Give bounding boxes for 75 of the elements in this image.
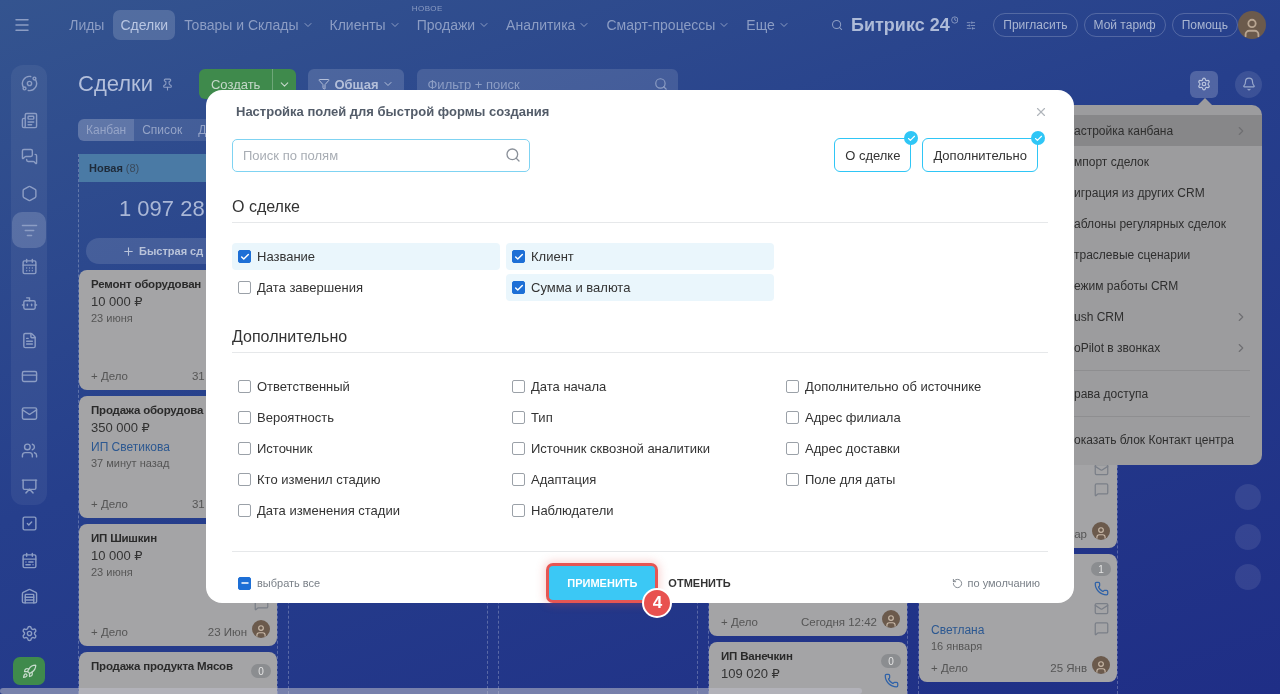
deal-card[interactable]: Продажа продукта Мясов 0: [79, 652, 277, 694]
deal-time: 31: [191, 498, 205, 510]
menu-item[interactable]: играция из других CRM: [1074, 177, 1262, 208]
field-option[interactable]: Адрес филиала: [780, 404, 1048, 431]
field-option[interactable]: Сумма и валюта: [506, 274, 774, 301]
nav-tab[interactable]: Аналитика: [499, 10, 598, 40]
nav-tab[interactable]: Лиды: [62, 10, 112, 40]
deal-time: ар: [1074, 528, 1087, 540]
stage-title: Новая: [89, 162, 123, 174]
section-chip[interactable]: О сделке: [834, 138, 912, 172]
add-activity-link[interactable]: + Дело: [91, 370, 128, 382]
logo[interactable]: Битрикс 24: [851, 14, 950, 36]
step-badge: 4: [642, 588, 673, 618]
menu-item[interactable]: мпорт сделок: [1074, 146, 1262, 177]
client-link[interactable]: Светлана: [931, 623, 985, 637]
deal-title: Ремонт оборудован: [91, 278, 202, 290]
view-tab[interactable]: Список: [134, 119, 191, 141]
menu-item[interactable]: рава доступа: [1074, 378, 1262, 409]
deal-date: 23 июня: [91, 566, 133, 578]
menu-item[interactable]: ежим работы CRM: [1074, 270, 1262, 301]
field-option[interactable]: Адаптация: [506, 466, 774, 493]
field-option[interactable]: Наблюдатели: [506, 497, 774, 524]
stage-count: (8): [125, 162, 140, 174]
nav-tab[interactable]: Смарт-процессы: [599, 10, 738, 40]
stage-total: 1 097 28: [119, 196, 205, 223]
add-activity-link[interactable]: + Дело: [91, 626, 128, 638]
deal-amount: 10 000 ₽: [91, 294, 143, 309]
section-heading: Дополнительно: [232, 327, 1048, 353]
deal-amount: 350 000 ₽: [91, 420, 150, 435]
menu-item[interactable]: астройка канбана: [1074, 115, 1262, 146]
deal-time: 31: [191, 370, 205, 382]
count-badge: 1: [1091, 562, 1111, 576]
deal-time: 25 Янв: [1050, 662, 1087, 674]
field-option[interactable]: Дополнительно об источнике: [780, 373, 1048, 400]
field-option[interactable]: Тип: [506, 404, 774, 431]
add-activity-link[interactable]: + Дело: [91, 498, 128, 510]
field-option[interactable]: Название: [232, 243, 500, 270]
count-badge: 0: [881, 654, 901, 668]
deal-title: ИП Ванечкин: [721, 650, 793, 662]
menu-item[interactable]: oPilot в звонках: [1074, 332, 1262, 363]
field-option[interactable]: Источник сквозной аналитики: [506, 435, 774, 462]
deal-card[interactable]: ИП Ванечкин 109 020 ₽ 0: [709, 642, 907, 694]
menu-item[interactable]: аблоны регулярных сделок: [1074, 208, 1262, 239]
deal-time: 23 Июн: [207, 626, 247, 638]
deal-amount: 109 020 ₽: [721, 666, 780, 681]
menu-item[interactable]: траслевые сценарии: [1074, 239, 1262, 270]
count-badge: 0: [251, 664, 271, 678]
field-option[interactable]: Поле для даты: [780, 466, 1048, 493]
deal-title: Продажа продукта Мясов: [91, 660, 233, 672]
nav-tab[interactable]: Сделки: [113, 10, 176, 40]
new-label: НОВОЕ: [411, 4, 443, 13]
add-activity-link[interactable]: + Дело: [721, 616, 758, 628]
nav-tab[interactable]: Клиенты: [322, 10, 408, 40]
cancel-button[interactable]: ОТМЕНИТЬ: [668, 577, 731, 589]
nav-tab[interactable]: Товары и Склады: [177, 10, 321, 40]
deal-amount: 10 000 ₽: [91, 548, 143, 563]
deal-title: Продажа оборудова: [91, 404, 204, 416]
field-option[interactable]: Клиент: [506, 243, 774, 270]
menu-item[interactable]: оказать блок Контакт центра: [1074, 424, 1262, 455]
deal-title: ИП Шишкин: [91, 532, 157, 544]
field-option[interactable]: Адрес доставки: [780, 435, 1048, 462]
deal-time: Сегодня 12:42: [800, 616, 877, 628]
section-heading: О сделке: [232, 197, 1048, 223]
deal-date: 23 июня: [91, 312, 133, 324]
reset-button[interactable]: по умолчанию: [951, 577, 1048, 589]
deal-date: 16 января: [931, 640, 983, 652]
section-chip[interactable]: Дополнительно: [922, 138, 1038, 172]
deal-date: 37 минут назад: [91, 457, 170, 469]
nav-tab[interactable]: Еще: [739, 10, 797, 40]
dialog-title: Настройка полей для быстрой формы создания: [236, 104, 550, 119]
field-option[interactable]: Дата начала: [506, 373, 774, 400]
client-link[interactable]: ИП Светикова: [91, 440, 170, 454]
add-activity-link[interactable]: + Дело: [931, 662, 968, 674]
menu-item[interactable]: ush CRM: [1074, 301, 1262, 332]
page-title: Сделки: [78, 71, 153, 97]
